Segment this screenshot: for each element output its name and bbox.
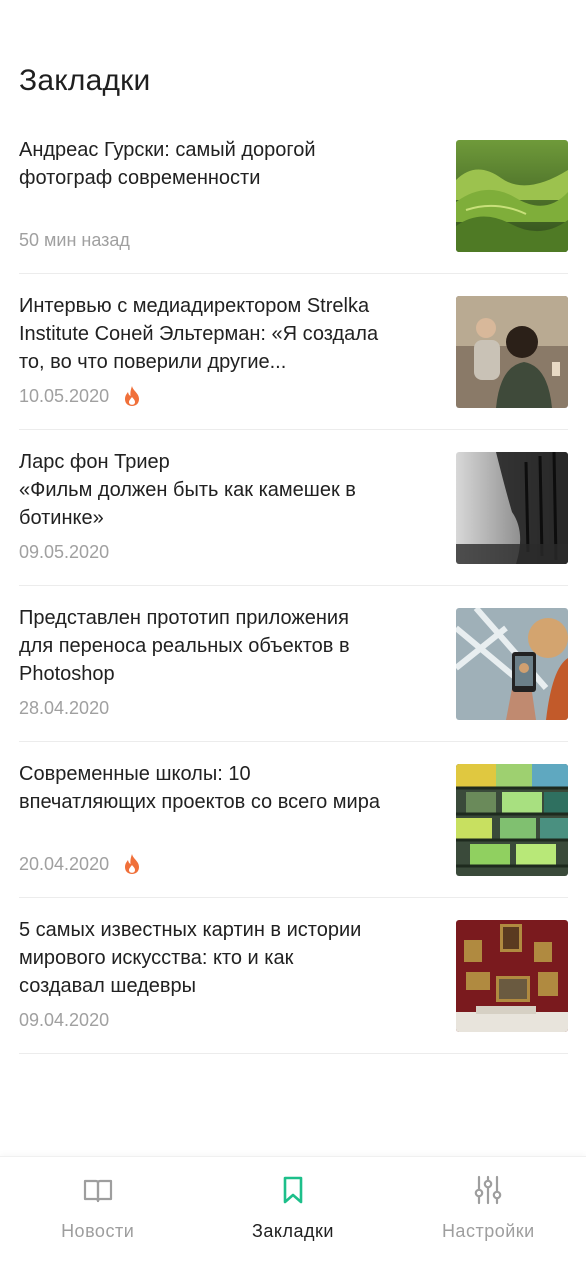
fire-icon — [125, 854, 140, 874]
article-card[interactable]: Ларс фон Триер «Фильм должен быть как ка… — [19, 430, 568, 586]
colorful-building-photo — [456, 764, 568, 876]
nav-label: Новости — [61, 1221, 135, 1241]
fire-icon — [125, 386, 140, 406]
article-date: 50 мин назад — [19, 229, 130, 250]
article-date: 28.04.2020 — [19, 697, 110, 718]
page-title: Закладки — [19, 64, 151, 97]
nav-tab-settings[interactable]: Настройки — [391, 1157, 586, 1268]
article-title: Современные школы: 10 впечатляющих проек… — [19, 763, 380, 813]
bookmarks-list: Андреас Гурски: самый дорогой фотограф с… — [19, 118, 568, 1054]
museum-gallery-photo — [456, 920, 568, 1032]
article-date: 10.05.2020 — [19, 385, 110, 406]
bottom-navigation: Новости Закладки Настройки — [0, 1156, 586, 1268]
article-meta: 09.05.2020 — [19, 542, 109, 562]
article-date: 09.04.2020 — [19, 1009, 110, 1030]
bookmarks-screen: Закладки Андреас Гурски: самый дорогой ф… — [0, 0, 586, 1268]
book-icon — [83, 1179, 112, 1203]
nav-tab-bookmarks[interactable]: Закладки — [195, 1157, 390, 1268]
nav-label: Настройки — [441, 1221, 535, 1241]
article-meta: 10.05.2020 — [19, 386, 141, 406]
people-in-cafe-photo — [456, 296, 568, 408]
article-title: 5 самых известных картин в истории миров… — [19, 919, 362, 997]
article-meta: 28.04.2020 — [19, 698, 109, 718]
article-card[interactable]: Современные школы: 10 впечатляющих проек… — [19, 742, 568, 898]
article-card[interactable]: Андреас Гурски: самый дорогой фотограф с… — [19, 118, 568, 274]
article-meta: 20.04.2020 — [19, 854, 141, 874]
foggy-trees-photo — [456, 452, 568, 564]
article-title: Представлен прототип приложения для пере… — [19, 607, 350, 685]
bookmark-icon — [283, 1176, 303, 1204]
article-title: Андреас Гурски: самый дорогой фотограф с… — [19, 139, 316, 189]
article-card[interactable]: Представлен прототип приложения для пере… — [19, 586, 568, 742]
article-card[interactable]: Интервью с медиадиректором Strelka Insti… — [19, 274, 568, 430]
article-date: 09.05.2020 — [19, 541, 110, 562]
green-hills-photo — [456, 140, 568, 252]
article-meta: 09.04.2020 — [19, 1010, 109, 1030]
article-meta: 50 мин назад — [19, 230, 130, 250]
nav-tab-news[interactable]: Новости — [0, 1157, 195, 1268]
article-card[interactable]: 5 самых известных картин в истории миров… — [19, 898, 568, 1054]
article-title: Ларс фон Триер «Фильм должен быть как ка… — [19, 451, 356, 529]
phone-camera-photo — [456, 608, 568, 720]
sliders-icon — [475, 1175, 502, 1205]
article-title: Интервью с медиадиректором Strelka Insti… — [19, 295, 379, 373]
nav-label: Закладки — [252, 1221, 334, 1241]
article-date: 20.04.2020 — [19, 853, 110, 874]
